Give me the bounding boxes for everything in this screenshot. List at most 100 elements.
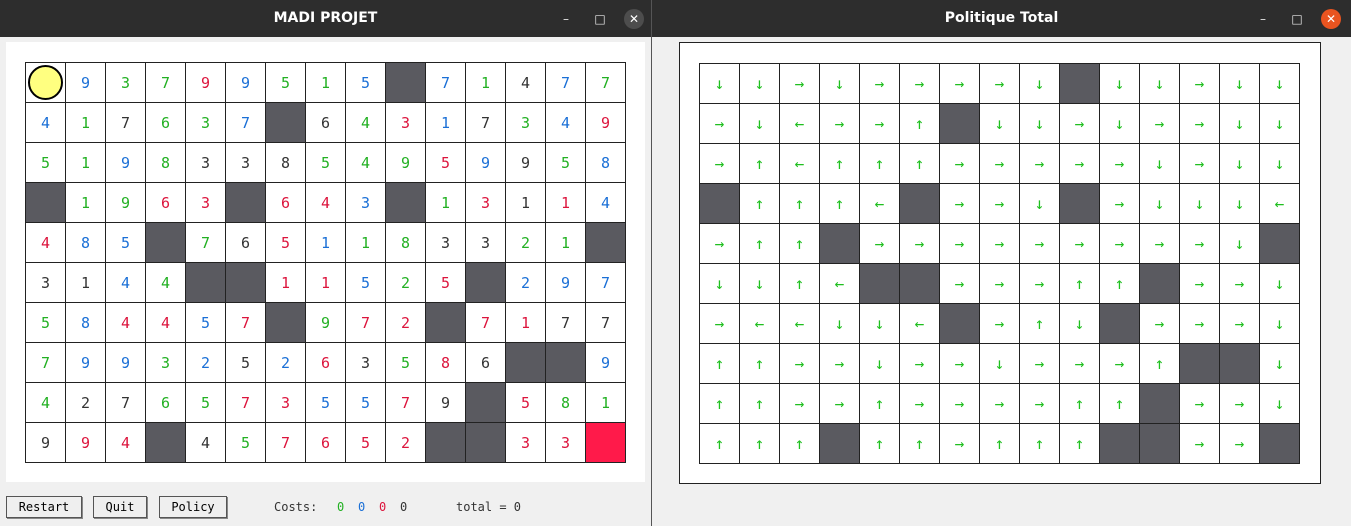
wall-cell (465, 382, 506, 423)
wall-cell (1219, 343, 1260, 384)
grid-cell: 8 (265, 142, 306, 183)
minimize-icon[interactable]: – (556, 9, 576, 29)
grid-row: 5844579727177 (25, 302, 626, 343)
arrow-down-icon: ↓ (979, 103, 1020, 144)
arrow-right-icon: → (939, 423, 980, 464)
arrow-down-icon: ↓ (1019, 183, 1060, 224)
arrow-down-icon: ↓ (1219, 63, 1260, 104)
grid-cell: 2 (265, 342, 306, 383)
arrow-up-icon: ↑ (1019, 423, 1060, 464)
grid-cell: 3 (385, 102, 426, 143)
game-canvas[interactable]: 9379951571477417637643173495198338549599… (6, 42, 645, 482)
arrow-up-icon: ↑ (899, 143, 940, 184)
arrow-right-icon: → (979, 383, 1020, 424)
arrow-up-icon: ↑ (1059, 263, 1100, 304)
grid-cell: 3 (505, 422, 546, 463)
arrow-up-icon: ↑ (739, 143, 780, 184)
wall-cell (145, 422, 186, 463)
title-bar-policy[interactable]: Politique Total – □ ✕ (652, 0, 1351, 37)
arrow-left-icon: ← (819, 263, 860, 304)
arrow-left-icon: ← (899, 303, 940, 344)
agent-cell (25, 62, 66, 103)
arrow-right-icon: → (699, 303, 740, 344)
wall-cell (1139, 383, 1180, 424)
maximize-icon[interactable]: □ (590, 9, 610, 29)
arrow-up-icon: ↑ (699, 423, 740, 464)
grid-cell: 7 (585, 262, 626, 303)
grid-cell: 8 (145, 142, 186, 183)
policy-row: → ← ← ↓ ↓ ← → ↑ ↓ → → → ↓ (699, 303, 1300, 344)
grid-cell: 3 (145, 342, 186, 383)
wall-cell (585, 222, 626, 263)
grid-cell: 4 (545, 102, 586, 143)
grid-cell: 4 (105, 302, 146, 343)
grid-cell: 8 (65, 222, 106, 263)
wall-cell (899, 263, 940, 304)
wall-cell (1259, 423, 1300, 464)
arrow-down-icon: ↓ (1139, 143, 1180, 184)
grid-cell: 1 (425, 102, 466, 143)
arrow-left-icon: ← (779, 143, 820, 184)
grid-cell: 1 (305, 222, 346, 263)
arrow-right-icon: → (1019, 263, 1060, 304)
grid-cell: 9 (465, 142, 506, 183)
arrow-right-icon: → (939, 143, 980, 184)
arrow-left-icon: ← (859, 183, 900, 224)
title-bar[interactable]: MADI PROJET – □ ✕ (0, 0, 651, 37)
grid-cell: 5 (505, 382, 546, 423)
wall-cell (425, 302, 466, 343)
grid-cell: 6 (145, 382, 186, 423)
grid-cell: 7 (465, 102, 506, 143)
wall-cell (465, 262, 506, 303)
politique-total-window: Politique Total – □ ✕ ↓ ↓ → ↓ → → → → ↓ ↓ ↓ → ↓ ↓ → ↓ ← →… (652, 0, 1351, 526)
grid-cell: 3 (105, 62, 146, 103)
arrow-right-icon: → (779, 343, 820, 384)
arrow-down-icon: ↓ (739, 263, 780, 304)
arrow-right-icon: → (979, 303, 1020, 344)
minimize-icon[interactable]: – (1253, 9, 1273, 29)
quit-button[interactable]: Quit (93, 496, 147, 518)
arrow-down-icon: ↓ (1259, 383, 1300, 424)
arrow-up-icon: ↑ (1019, 303, 1060, 344)
grid-cell: 7 (585, 302, 626, 343)
arrow-right-icon: → (939, 343, 980, 384)
grid-cell: 9 (65, 342, 106, 383)
arrow-up-icon: ↑ (779, 223, 820, 264)
grid-cell: 1 (305, 62, 346, 103)
grid-cell: 9 (105, 342, 146, 383)
grid-cell: 1 (545, 222, 586, 263)
grid-cell: 2 (65, 382, 106, 423)
arrow-up-icon: ↑ (899, 423, 940, 464)
grid-cell: 6 (145, 102, 186, 143)
arrow-right-icon: → (819, 103, 860, 144)
grid-cell: 8 (385, 222, 426, 263)
arrow-right-icon: → (1179, 303, 1220, 344)
grid-cell: 4 (505, 62, 546, 103)
arrow-right-icon: → (1179, 263, 1220, 304)
policy-button[interactable]: Policy (159, 496, 227, 518)
arrow-down-icon: ↓ (1019, 103, 1060, 144)
wall-cell (225, 182, 266, 223)
wall-cell (25, 182, 66, 223)
grid-cell: 4 (25, 102, 66, 143)
grid-cell: 9 (225, 62, 266, 103)
arrow-up-icon: ↑ (859, 143, 900, 184)
restart-button[interactable]: Restart (6, 496, 82, 518)
grid-cell: 5 (225, 422, 266, 463)
cost-black: 0 (400, 500, 408, 514)
arrow-left-icon: ← (779, 103, 820, 144)
grid-cell: 3 (185, 182, 226, 223)
grid-cell: 5 (265, 62, 306, 103)
wall-cell (699, 183, 740, 224)
close-icon[interactable]: ✕ (624, 9, 644, 29)
grid-cell: 5 (345, 262, 386, 303)
grid-cell: 6 (465, 342, 506, 383)
policy-row: ↓ ↓ ↑ ← → → → ↑ ↑ → → ↓ (699, 263, 1300, 304)
maximize-icon[interactable]: □ (1287, 9, 1307, 29)
grid-cell: 1 (265, 262, 306, 303)
grid-row: 42765735579581 (25, 382, 626, 423)
window-title: MADI PROJET (273, 10, 378, 26)
close-icon[interactable]: ✕ (1321, 9, 1341, 29)
grid-cell: 8 (425, 342, 466, 383)
arrow-right-icon: → (1059, 223, 1100, 264)
